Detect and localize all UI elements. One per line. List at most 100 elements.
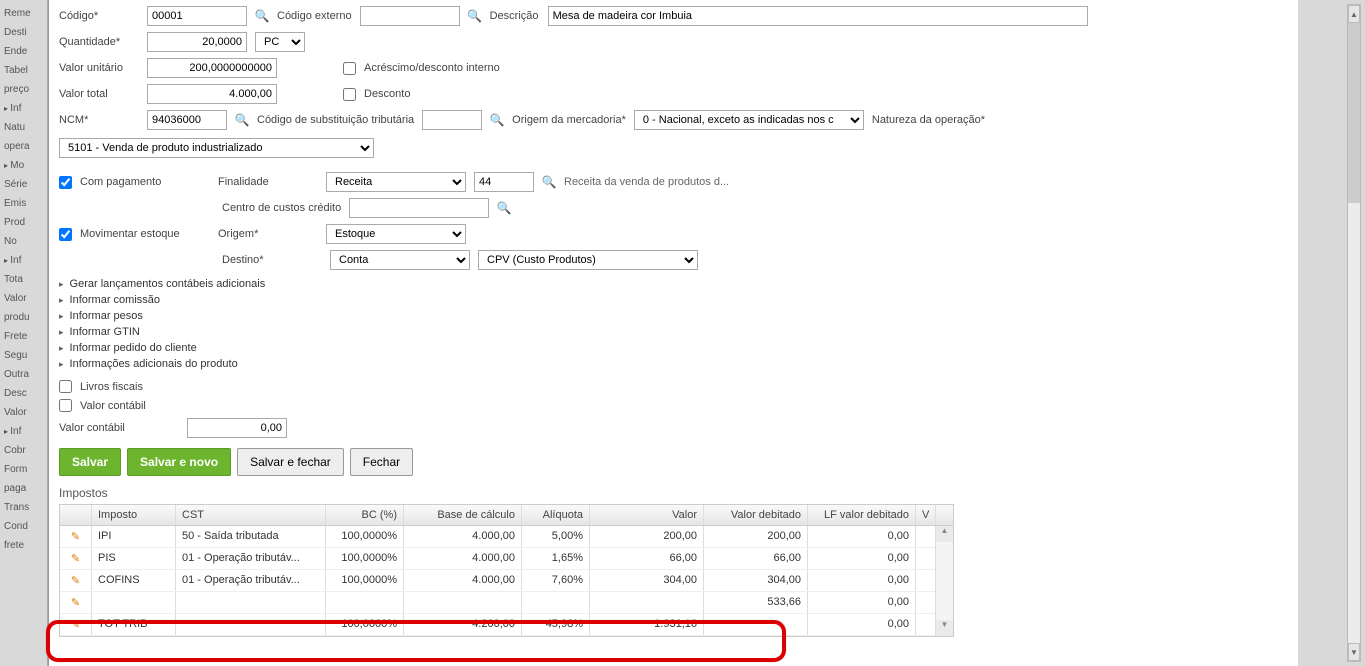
- sidebar-item[interactable]: Form: [2, 460, 45, 479]
- ncm-input[interactable]: [147, 110, 227, 130]
- salvar-novo-button[interactable]: Salvar e novo: [127, 448, 231, 476]
- impostos-table: Imposto CST BC (%) Base de cálculo Alíqu…: [59, 504, 954, 637]
- destino-extra-select[interactable]: CPV (Custo Produtos): [478, 250, 698, 270]
- acrescimo-checkbox[interactable]: [343, 62, 356, 75]
- expand-informar-pedido[interactable]: Informar pedido do cliente: [59, 340, 1288, 356]
- table-row[interactable]: ✎ 533,66 0,00: [60, 592, 953, 614]
- table-scrollbar[interactable]: ▲ ▼: [935, 526, 953, 636]
- sidebar-item[interactable]: Frete: [2, 327, 45, 346]
- sidebar-item[interactable]: Outra: [2, 365, 45, 384]
- sidebar-item[interactable]: Tabel: [2, 61, 45, 80]
- sidebar-item[interactable]: paga: [2, 479, 45, 498]
- sidebar-item[interactable]: Série: [2, 175, 45, 194]
- search-icon[interactable]: 🔍: [542, 175, 556, 189]
- sidebar-item[interactable]: opera: [2, 137, 45, 156]
- sidebar-item[interactable]: Tota: [2, 270, 45, 289]
- origem-merc-label: Origem da mercadoria: [512, 114, 626, 126]
- origem-select[interactable]: Estoque: [326, 224, 466, 244]
- codigo-input[interactable]: [147, 6, 247, 26]
- col-base[interactable]: Base de cálculo: [404, 505, 522, 525]
- expand-gerar-lancamentos[interactable]: Gerar lançamentos contábeis adicionais: [59, 276, 1288, 292]
- origem-label: Origem: [218, 228, 318, 240]
- sidebar-item[interactable]: Ende: [2, 42, 45, 61]
- edit-icon[interactable]: ✎: [60, 592, 92, 613]
- sidebar-item[interactable]: No: [2, 232, 45, 251]
- valor-total-input[interactable]: [147, 84, 277, 104]
- col-lf[interactable]: LF valor debitado: [808, 505, 916, 525]
- sidebar-item[interactable]: Valor: [2, 289, 45, 308]
- natureza-select[interactable]: 5101 - Venda de produto industrializado: [59, 138, 374, 158]
- col-imposto[interactable]: Imposto: [92, 505, 176, 525]
- table-body: ✎ IPI 50 - Saída tributada 100,0000% 4.0…: [60, 526, 953, 636]
- search-icon[interactable]: 🔍: [497, 201, 511, 215]
- salvar-button[interactable]: Salvar: [59, 448, 121, 476]
- unit-select[interactable]: PC: [255, 32, 305, 52]
- col-valor[interactable]: Valor: [590, 505, 704, 525]
- salvar-fechar-button[interactable]: Salvar e fechar: [237, 448, 344, 476]
- centro-custos-input[interactable]: [349, 198, 489, 218]
- table-row[interactable]: ✎ PIS 01 - Operação tributáv... 100,0000…: [60, 548, 953, 570]
- cst-sub-input[interactable]: [422, 110, 482, 130]
- scroll-thumb[interactable]: [1348, 23, 1360, 203]
- scroll-down-icon[interactable]: ▼: [1348, 643, 1360, 661]
- table-row[interactable]: ✎ TOT TRIB 100,0000% 4.200,00 45,98% 1.9…: [60, 614, 953, 636]
- search-icon[interactable]: 🔍: [468, 9, 482, 23]
- col-aliq[interactable]: Alíquota: [522, 505, 590, 525]
- sidebar-item[interactable]: Natu: [2, 118, 45, 137]
- edit-icon[interactable]: ✎: [60, 570, 92, 591]
- col-cst[interactable]: CST: [176, 505, 326, 525]
- sidebar-item[interactable]: produ: [2, 308, 45, 327]
- col-deb[interactable]: Valor debitado: [704, 505, 808, 525]
- finalidade-select[interactable]: Receita: [326, 172, 466, 192]
- sidebar-item[interactable]: preço: [2, 80, 45, 99]
- fechar-button[interactable]: Fechar: [350, 448, 413, 476]
- main-form: Código 🔍 Código externo 🔍 Descrição Quan…: [48, 0, 1298, 666]
- sidebar-item[interactable]: frete: [2, 536, 45, 555]
- valor-unit-input[interactable]: [147, 58, 277, 78]
- sidebar-item[interactable]: Mo: [2, 156, 45, 175]
- expand-informar-gtin[interactable]: Informar GTIN: [59, 324, 1288, 340]
- sidebar-item[interactable]: Desti: [2, 23, 45, 42]
- sidebar-item[interactable]: Segu: [2, 346, 45, 365]
- finalidade-code-input[interactable]: [474, 172, 534, 192]
- descricao-input[interactable]: [548, 6, 1088, 26]
- valor-contabil-input[interactable]: [187, 418, 287, 438]
- quantidade-input[interactable]: [147, 32, 247, 52]
- sidebar-item[interactable]: Inf: [2, 422, 45, 441]
- codigo-ext-input[interactable]: [360, 6, 460, 26]
- sidebar-item[interactable]: Reme: [2, 4, 45, 23]
- sidebar-item[interactable]: Cond: [2, 517, 45, 536]
- sidebar-item[interactable]: Cobr: [2, 441, 45, 460]
- expand-informar-pesos[interactable]: Informar pesos: [59, 308, 1288, 324]
- mov-estoque-checkbox[interactable]: [59, 228, 72, 241]
- search-icon[interactable]: 🔍: [255, 9, 269, 23]
- table-row[interactable]: ✎ IPI 50 - Saída tributada 100,0000% 4.0…: [60, 526, 953, 548]
- col-bcp[interactable]: BC (%): [326, 505, 404, 525]
- desconto-checkbox[interactable]: [343, 88, 356, 101]
- scroll-up-icon[interactable]: ▲: [1348, 5, 1360, 23]
- com-pagamento-checkbox[interactable]: [59, 176, 72, 189]
- sidebar-item[interactable]: Prod: [2, 213, 45, 232]
- edit-icon[interactable]: ✎: [60, 526, 92, 547]
- page-scrollbar[interactable]: ▲ ▼: [1347, 4, 1361, 662]
- edit-icon[interactable]: ✎: [60, 548, 92, 569]
- expand-informar-comissao[interactable]: Informar comissão: [59, 292, 1288, 308]
- scroll-up-icon[interactable]: ▲: [936, 526, 953, 542]
- search-icon[interactable]: 🔍: [490, 113, 504, 127]
- col-v[interactable]: V: [916, 505, 936, 525]
- sidebar-item[interactable]: Desc: [2, 384, 45, 403]
- livros-fiscais-checkbox[interactable]: [59, 380, 72, 393]
- scroll-down-icon[interactable]: ▼: [936, 620, 953, 636]
- sidebar-item[interactable]: Emis: [2, 194, 45, 213]
- sidebar-item[interactable]: Inf: [2, 99, 45, 118]
- edit-icon[interactable]: ✎: [60, 614, 92, 635]
- valor-contabil-checkbox[interactable]: [59, 399, 72, 412]
- sidebar-item[interactable]: Inf: [2, 251, 45, 270]
- search-icon[interactable]: 🔍: [235, 113, 249, 127]
- expand-info-adicionais[interactable]: Informações adicionais do produto: [59, 356, 1288, 372]
- origem-merc-select[interactable]: 0 - Nacional, exceto as indicadas nos c: [634, 110, 864, 130]
- destino-select[interactable]: Conta: [330, 250, 470, 270]
- sidebar-item[interactable]: Trans: [2, 498, 45, 517]
- table-row[interactable]: ✎ COFINS 01 - Operação tributáv... 100,0…: [60, 570, 953, 592]
- sidebar-item[interactable]: Valor: [2, 403, 45, 422]
